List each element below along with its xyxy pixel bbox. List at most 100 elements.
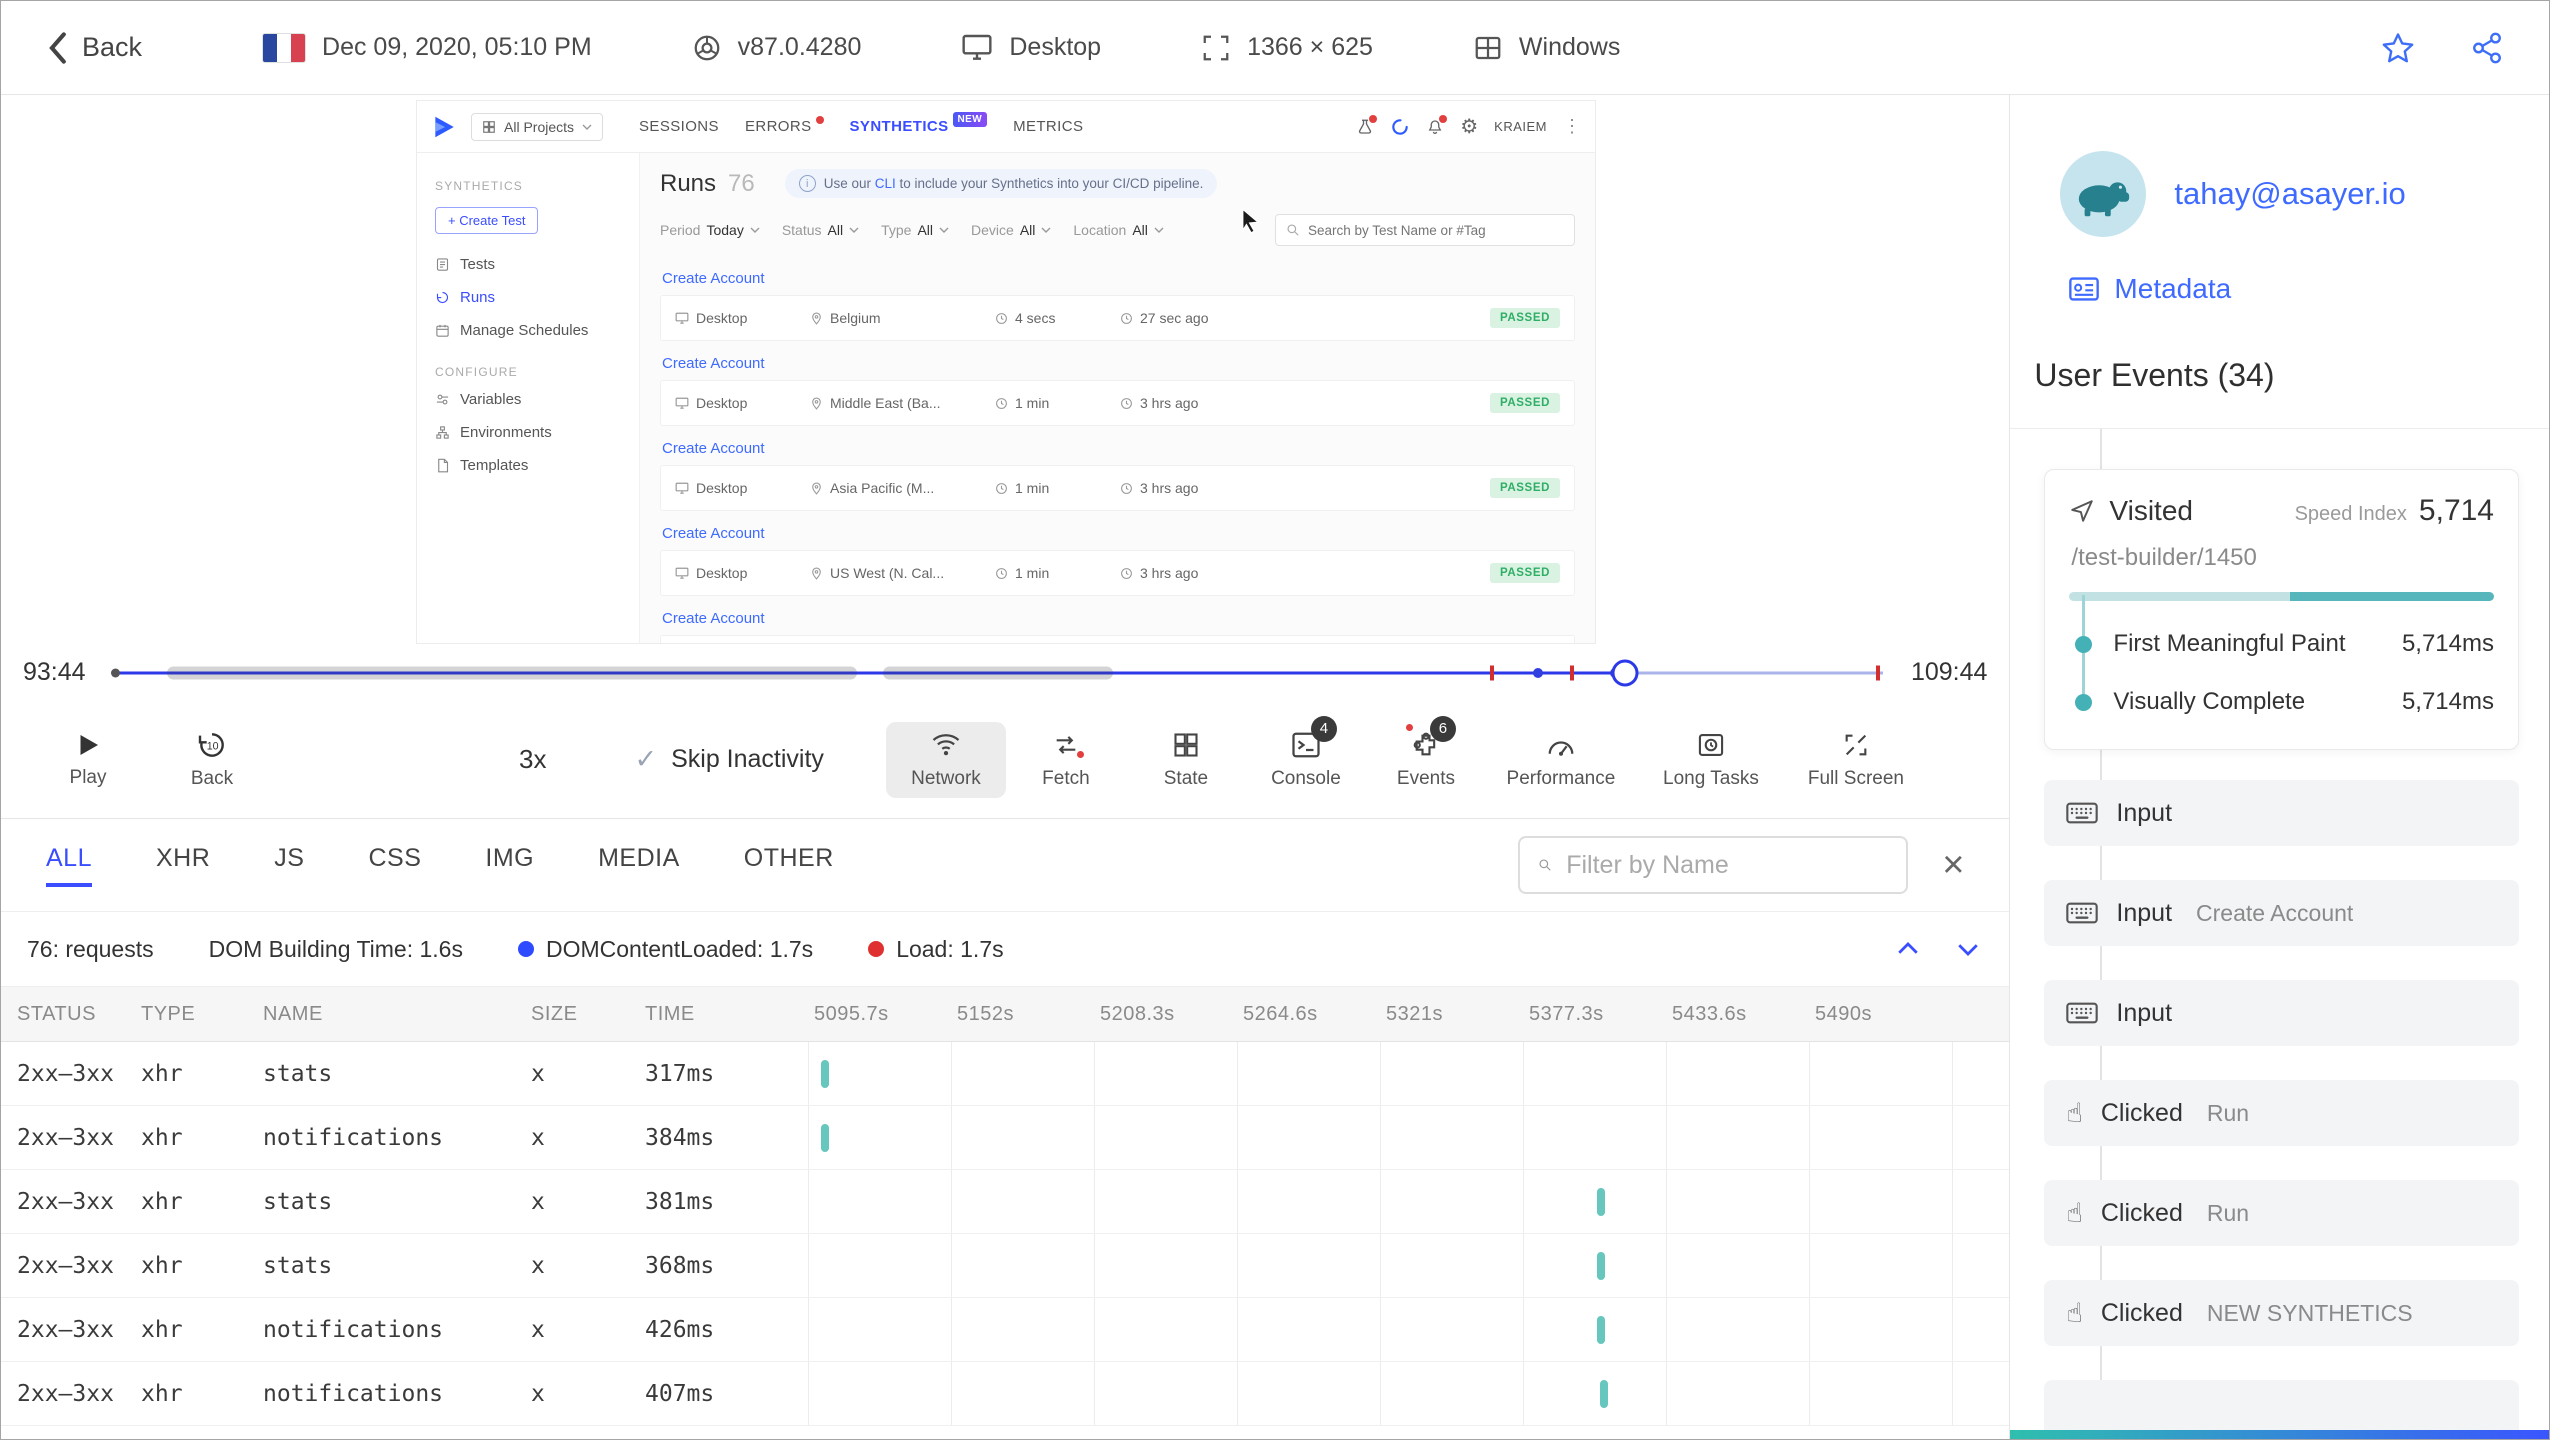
network-type-tab[interactable]: JS bbox=[274, 844, 304, 887]
topbar: Back Dec 09, 2020, 05:10 PM v87.0.4280 D… bbox=[1, 1, 2549, 95]
check-icon: ✓ bbox=[634, 744, 658, 774]
long-tasks-icon bbox=[1698, 733, 1724, 756]
network-request-row[interactable]: 2xx–3xx xhr notifications x 407ms bbox=[1, 1362, 2010, 1426]
network-request-row[interactable]: 2xx–3xx xhr stats x 368ms bbox=[1, 1234, 2010, 1298]
time-ago-clock-icon bbox=[1121, 482, 1132, 494]
resolution-value: 1366 × 625 bbox=[1247, 33, 1373, 61]
share-button[interactable] bbox=[2470, 31, 2504, 65]
synthetics-section-heading: SYNTHETICS bbox=[435, 179, 524, 193]
back-label: Back bbox=[82, 32, 143, 62]
bell-icon bbox=[1426, 114, 1448, 136]
search-icon bbox=[1287, 224, 1299, 236]
timeline-row: 93:44 109:44 bbox=[1, 644, 2009, 701]
total-time: 109:44 bbox=[1910, 658, 1988, 686]
network-request-row[interactable]: 2xx–3xx xhr notifications x 384ms bbox=[1, 1106, 2010, 1170]
network-type-tab[interactable]: CSS bbox=[368, 844, 421, 887]
network-type-tab[interactable]: MEDIA bbox=[598, 844, 680, 887]
user-event-card[interactable]: ☝ Clicked Run bbox=[2044, 1180, 2519, 1246]
user-event-card[interactable]: ☝ Input Create Account bbox=[2044, 880, 2519, 946]
user-event-card[interactable]: ☝ Input bbox=[2044, 780, 2519, 846]
project-selector: All Projects bbox=[471, 112, 604, 141]
kebab-menu-icon: ⋮ bbox=[1563, 116, 1581, 136]
desktop-icon bbox=[675, 482, 689, 494]
session-info-sidebar: tahay@asayer.io Metadata User Events (34… bbox=[2009, 95, 2549, 1439]
tests-icon bbox=[436, 258, 449, 271]
country-flag-icon bbox=[262, 32, 307, 63]
requests-count: 76: requests bbox=[27, 935, 154, 962]
replay-viewport[interactable]: All Projects SESSIONS ERRORS SYNTHETICS N… bbox=[1, 95, 2010, 644]
play-button[interactable]: Play bbox=[46, 730, 130, 789]
speed-toggle[interactable]: 3x bbox=[519, 744, 546, 775]
jump-next-icon[interactable] bbox=[1953, 934, 1983, 964]
pointer-icon: ☝ bbox=[2066, 1097, 2083, 1129]
recorded-app-tabs: SESSIONS ERRORS SYNTHETICS NEW METRICS bbox=[639, 112, 1084, 135]
location-pin-icon bbox=[812, 567, 821, 580]
user-email[interactable]: tahay@asayer.io bbox=[2174, 176, 2405, 212]
close-network-panel-button[interactable]: × bbox=[1942, 846, 1964, 884]
chevron-left-icon bbox=[49, 31, 66, 64]
player-controls: Play 10 Back 3x ✓ Skip Inactivity Networ… bbox=[1, 701, 2010, 819]
status-badge: PASSED bbox=[1489, 393, 1560, 413]
sidebar-item-manage-schedules: Manage Schedules bbox=[435, 314, 621, 347]
network-type-tab[interactable]: ALL bbox=[46, 844, 92, 887]
user-event-card[interactable]: ☝ Clicked NEW SYNTHETICS bbox=[2044, 1280, 2519, 1346]
performance-panel-button[interactable]: Performance bbox=[1486, 722, 1636, 798]
sidebar-item-tests: Tests bbox=[435, 248, 621, 281]
timeline-track[interactable] bbox=[110, 644, 1883, 701]
chevron-down-icon bbox=[582, 124, 592, 130]
favorite-star-button[interactable] bbox=[2381, 31, 2415, 65]
request-waterfall-marker bbox=[1597, 1251, 1605, 1280]
events-count-badge: 6 bbox=[1429, 715, 1456, 742]
status-badge: PASSED bbox=[1489, 563, 1560, 583]
desktop-icon bbox=[962, 34, 992, 60]
console-panel-button[interactable]: 4 Console bbox=[1246, 715, 1366, 798]
network-request-row[interactable]: 2xx–3xx xhr notifications x 426ms bbox=[1, 1298, 2010, 1362]
events-alert-dot bbox=[1403, 721, 1415, 733]
chevron-down-icon bbox=[849, 227, 859, 233]
visited-event-card[interactable]: Visited Speed Index 5,714 /test-builder/… bbox=[2044, 469, 2519, 750]
metadata-button[interactable]: Metadata bbox=[2068, 273, 2549, 305]
event-marker-red bbox=[1875, 665, 1880, 680]
playhead-handle[interactable] bbox=[1611, 659, 1639, 686]
fetch-alert-dot bbox=[1074, 748, 1086, 760]
duration-clock-icon bbox=[996, 567, 1007, 579]
run-item: Create Account Desktop Asia Pacific (M..… bbox=[660, 434, 1575, 511]
back-10-button[interactable]: 10 Back bbox=[170, 729, 254, 790]
network-panel-button[interactable]: Network bbox=[885, 721, 1006, 798]
full-screen-button[interactable]: Full Screen bbox=[1786, 722, 1926, 798]
resolution-item: 1366 × 625 bbox=[1201, 33, 1373, 63]
tab-errors: ERRORS bbox=[745, 116, 824, 135]
state-panel-button[interactable]: State bbox=[1126, 722, 1246, 798]
request-waterfall-marker bbox=[1600, 1379, 1608, 1408]
location-pin-icon bbox=[812, 312, 821, 325]
waterfall-time-label: 5321s bbox=[1386, 1002, 1443, 1025]
network-type-tab[interactable]: XHR bbox=[156, 844, 210, 887]
templates-icon bbox=[438, 458, 449, 473]
filter-dropdown: Device All bbox=[971, 222, 1051, 238]
skip-inactivity-toggle[interactable]: ✓ Skip Inactivity bbox=[634, 744, 823, 775]
hippo-avatar-icon bbox=[2079, 182, 2130, 217]
request-waterfall-marker bbox=[821, 1123, 829, 1152]
network-filter-input[interactable] bbox=[1566, 850, 1889, 880]
test-search-field bbox=[1308, 222, 1564, 238]
user-event-card[interactable]: ☝ Clicked Run bbox=[2044, 1080, 2519, 1146]
network-request-row[interactable]: 2xx–3xx xhr stats x 317ms bbox=[1, 1042, 2010, 1106]
paint-metric-row: First Meaningful Paint 5,714ms bbox=[2075, 615, 2494, 673]
tab-metrics: METRICS bbox=[1013, 118, 1084, 135]
fetch-panel-button[interactable]: Fetch bbox=[1006, 722, 1126, 798]
long-tasks-panel-button[interactable]: Long Tasks bbox=[1636, 722, 1786, 798]
network-request-row[interactable]: 2xx–3xx xhr stats x 381ms bbox=[1, 1170, 2010, 1234]
back-button[interactable]: Back bbox=[46, 31, 142, 65]
user-event-card[interactable]: ☝ Input bbox=[2044, 980, 2519, 1046]
browser-item: v87.0.4280 bbox=[692, 33, 861, 63]
configure-section-heading: CONFIGURE bbox=[435, 365, 518, 379]
status-badge: PASSED bbox=[1489, 478, 1560, 498]
network-type-tab[interactable]: IMG bbox=[485, 844, 534, 887]
network-type-tab[interactable]: OTHER bbox=[744, 844, 834, 887]
dcl-dot-icon bbox=[517, 941, 534, 957]
app-logo-icon bbox=[435, 116, 454, 137]
jump-previous-icon[interactable] bbox=[1893, 934, 1923, 964]
pointer-icon: ☝ bbox=[2066, 1297, 2083, 1329]
waterfall-time-label: 5377.3s bbox=[1529, 1002, 1604, 1025]
events-panel-button[interactable]: 6 Events bbox=[1366, 715, 1486, 798]
